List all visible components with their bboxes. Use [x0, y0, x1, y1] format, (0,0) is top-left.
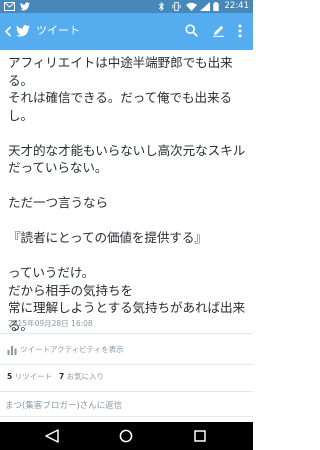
reply-input[interactable]: まつ(集客ブロガー)さんに返信 — [0, 397, 253, 416]
bar-chart-icon — [7, 346, 17, 355]
back-triangle-icon[interactable] — [44, 429, 60, 443]
recents-square-icon[interactable] — [192, 429, 208, 443]
status-time: 22:41 — [224, 1, 250, 11]
divider — [0, 416, 253, 417]
divider — [0, 391, 253, 392]
tweet-line: る。 — [8, 72, 33, 88]
twitter-bird-icon — [16, 25, 30, 37]
overflow-menu-icon[interactable] — [238, 24, 242, 38]
tweet-text: アフィリエイトは中途半端野郎でも出来 る。 それは確信できる。だって俺でも出来る… — [8, 54, 248, 334]
app-bar: ツイート — [0, 13, 253, 50]
tweet-line: ただ一つ言うなら — [8, 195, 108, 210]
twitter-icon — [20, 2, 30, 11]
likes-label: お気に入り — [66, 372, 105, 381]
tweet-line: アフィリエイトは中途半端野郎でも出来 — [8, 55, 233, 70]
tweet-timestamp: 2015年09月28日 16:08 — [8, 319, 93, 328]
retweets-count: 5 — [7, 372, 13, 381]
divider — [0, 364, 253, 365]
mail-icon — [4, 2, 15, 11]
tweet-line: それは確信できる。だって俺でも出来る — [8, 90, 233, 105]
page-title: ツイート — [36, 24, 80, 37]
tweet-activity-link[interactable]: ツイートアクティビティを表示 — [0, 342, 253, 360]
retweets-label: リツイート — [14, 372, 53, 381]
tweet-activity-label: ツイートアクティビティを表示 — [20, 345, 124, 354]
tweet-line: だっていらない。 — [8, 160, 108, 175]
tweet-line: っていうだけ。 — [8, 265, 95, 280]
engagement-stats: 5 リツイート 7 お気に入り — [0, 370, 253, 386]
signal-icon — [200, 2, 210, 11]
likes-stat[interactable]: 7 お気に入り — [59, 372, 104, 382]
system-nav-bar — [0, 422, 253, 450]
back-arrow-icon[interactable] — [4, 26, 12, 37]
vibrate-icon — [172, 2, 181, 11]
compose-icon[interactable] — [212, 24, 225, 37]
tweet-line: だから相手の気持ちを — [8, 282, 133, 298]
status-bar: 22:41 — [0, 0, 253, 13]
home-circle-icon[interactable] — [118, 429, 134, 443]
tweet-line: 常に理解しようとする気持ちがあれば出来 — [8, 300, 246, 315]
battery-icon — [213, 2, 219, 11]
tweet-line: 『読者にとっての価値を提供する』 — [8, 230, 207, 245]
tweet-line: 天才的な才能もいらないし高次元なスキル — [8, 142, 246, 158]
bluetooth-icon — [158, 2, 164, 11]
divider — [0, 333, 253, 334]
search-icon[interactable] — [185, 24, 198, 37]
tweet-line: し。 — [8, 107, 33, 123]
retweets-stat[interactable]: 5 リツイート — [7, 372, 52, 382]
likes-count: 7 — [59, 372, 65, 381]
wifi-icon — [186, 2, 197, 11]
reply-placeholder: まつ(集客ブロガー)さんに返信 — [5, 401, 123, 411]
